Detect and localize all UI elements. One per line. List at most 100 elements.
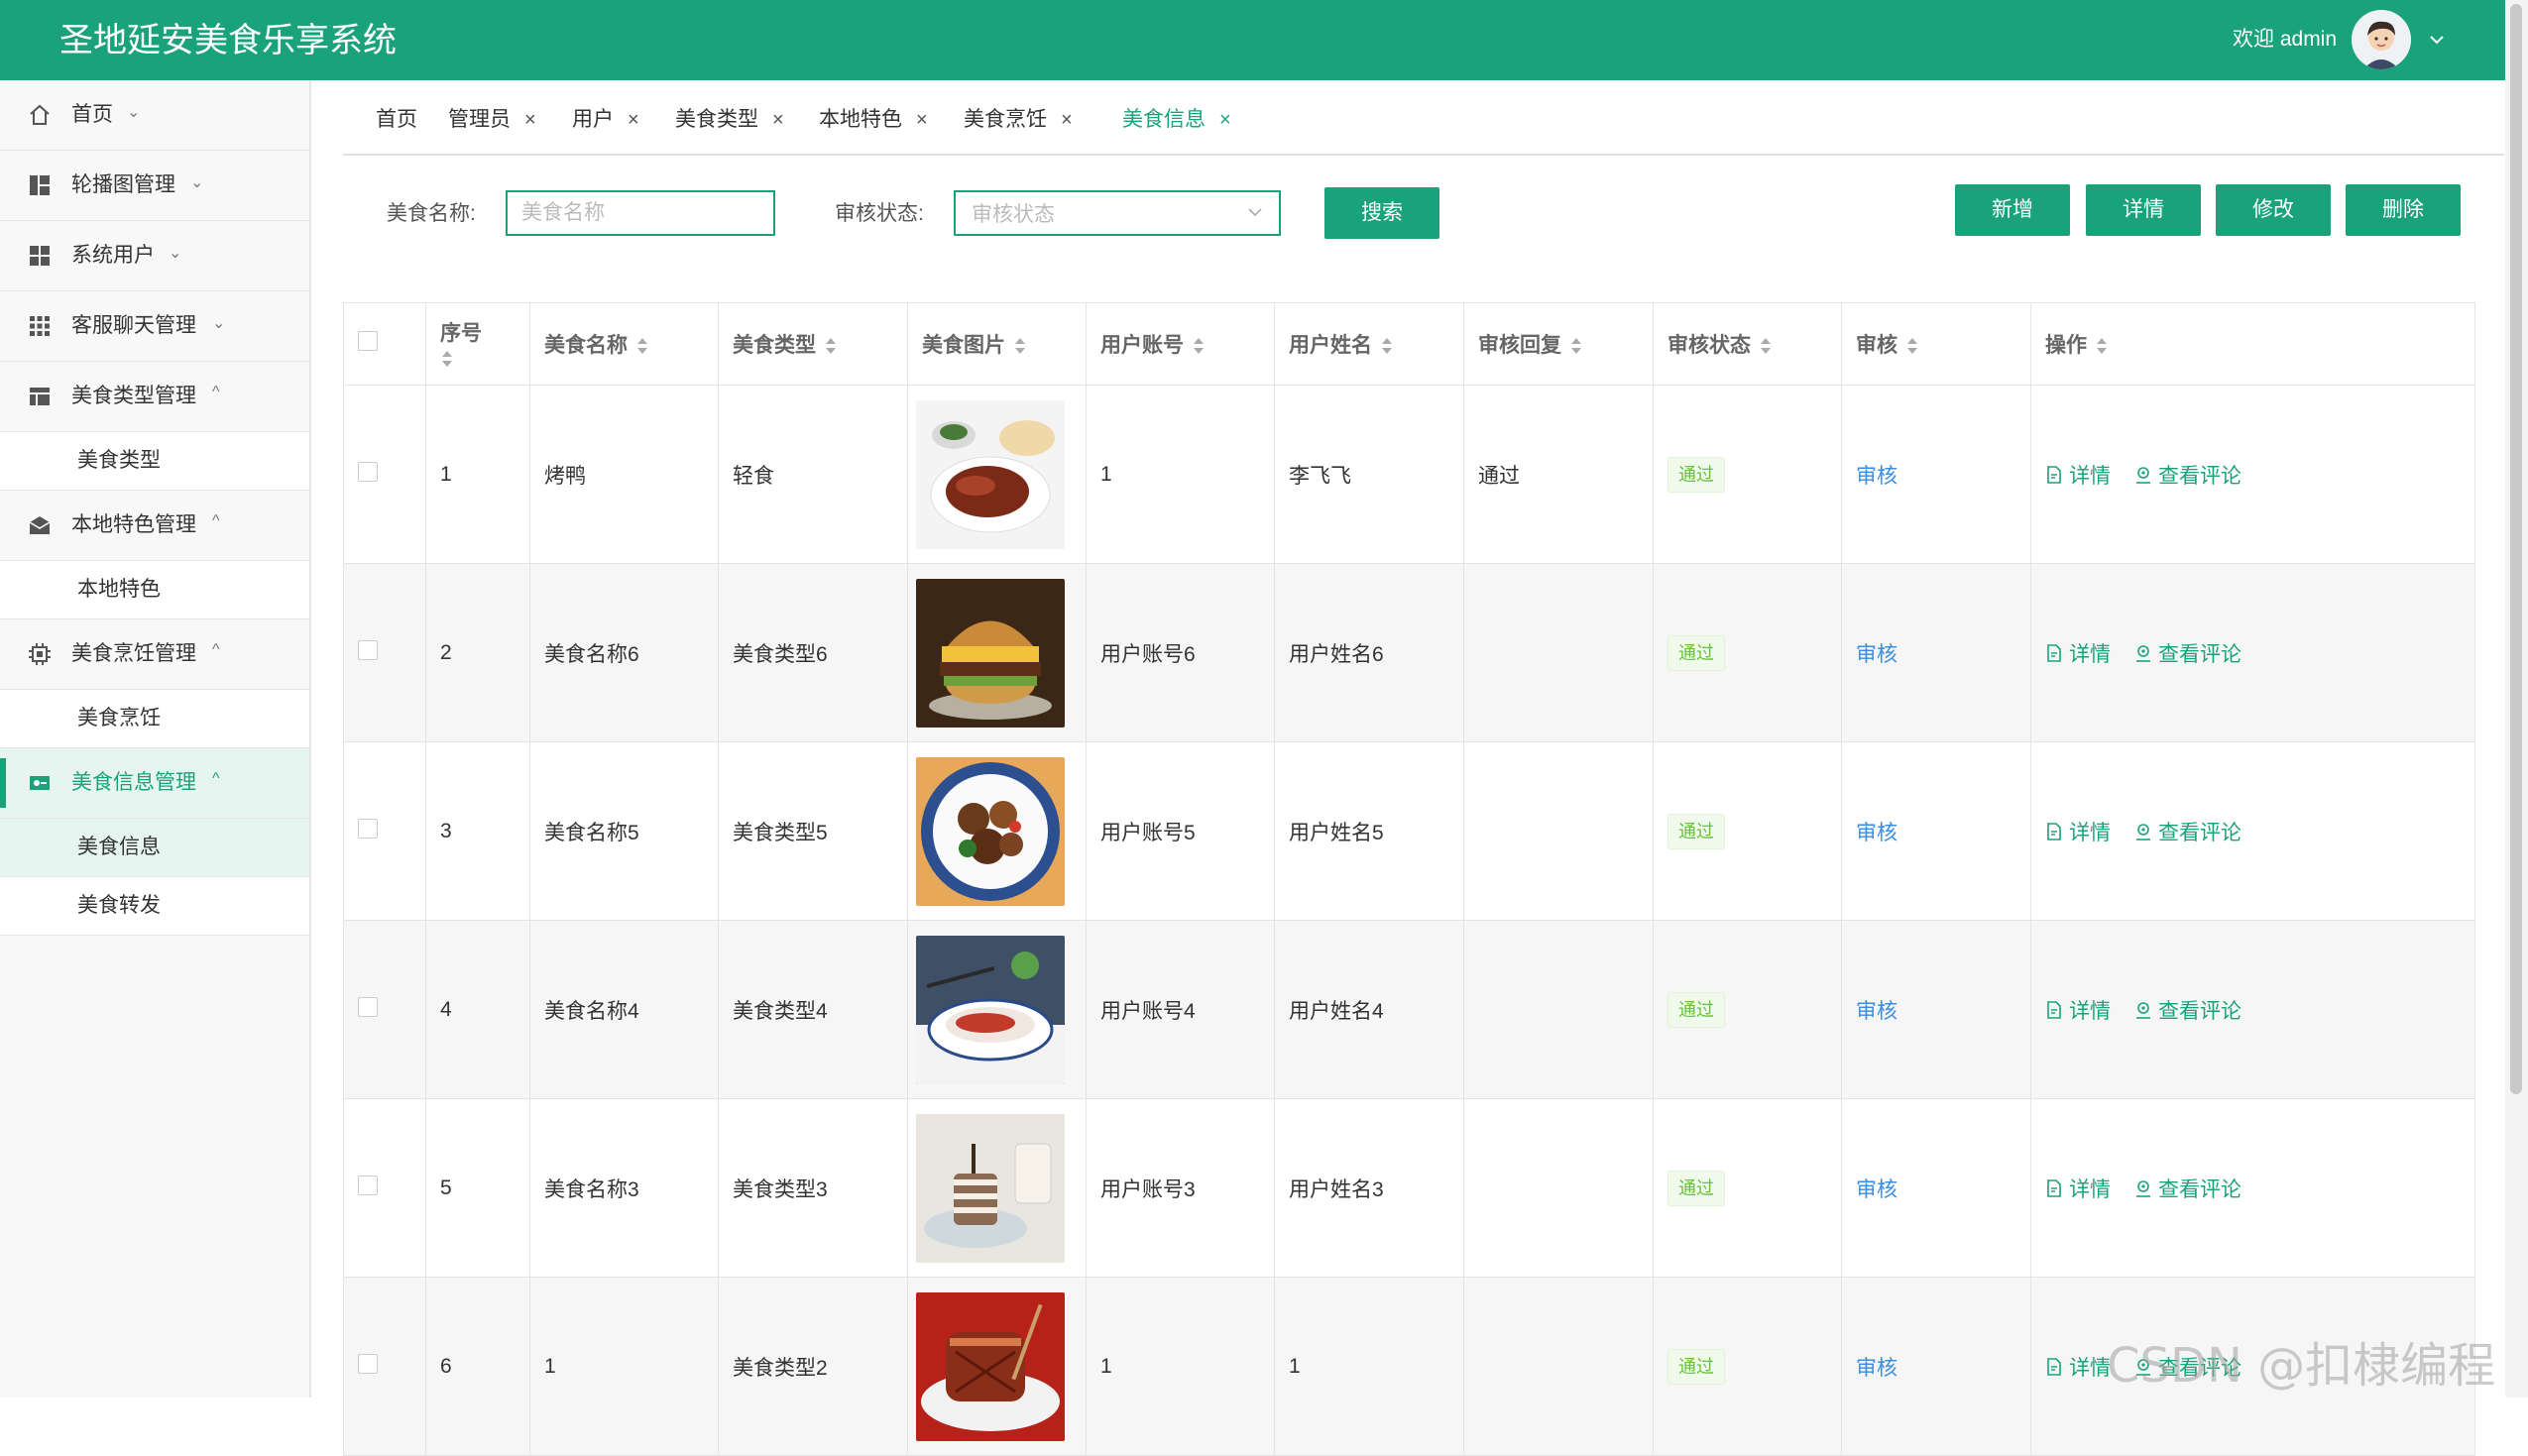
row-detail-link[interactable]: 详情	[2045, 817, 2111, 846]
close-icon[interactable]: ×	[772, 109, 784, 131]
search-button[interactable]: 搜索	[1324, 187, 1439, 239]
table-row: 1 烤鸭 轻食 1 李飞飞 通过 通过 审核 详情 查看评论	[343, 385, 2475, 564]
sort-icon[interactable]	[1759, 336, 1773, 356]
comment-icon	[2136, 823, 2150, 840]
tab-food-info[interactable]: 美食信息 ×	[1122, 106, 1231, 134]
sort-icon[interactable]	[1013, 336, 1027, 356]
audit-link[interactable]: 审核	[1856, 643, 1897, 666]
delete-button[interactable]: 删除	[2346, 184, 2461, 236]
sort-icon[interactable]	[1569, 336, 1583, 356]
column-header[interactable]: 用户账号	[1086, 302, 1275, 386]
sidebar-subitem-food-forward[interactable]: 美食转发	[0, 877, 309, 936]
audit-link[interactable]: 审核	[1856, 1357, 1897, 1380]
audit-status-select[interactable]: 审核状态	[954, 190, 1281, 236]
vertical-scrollbar[interactable]	[2505, 0, 2528, 1398]
row-checkbox[interactable]	[358, 1175, 378, 1195]
sidebar-item-food-type-mgmt[interactable]: 美食类型管理 ^	[0, 362, 309, 432]
cell-user-account: 1	[1086, 385, 1275, 564]
row-comments-link[interactable]: 查看评论	[2134, 460, 2241, 490]
detail-button[interactable]: 详情	[2086, 184, 2201, 236]
select-all-checkbox[interactable]	[358, 331, 378, 351]
sidebar-item-carousel[interactable]: 轮播图管理 ⌄	[0, 151, 309, 221]
close-icon[interactable]: ×	[1219, 109, 1231, 131]
tab-user[interactable]: 用户 ×	[572, 106, 639, 134]
column-header[interactable]: 用户姓名	[1274, 302, 1464, 386]
food-name-input[interactable]	[506, 190, 775, 236]
app-title: 圣地延安美食乐享系统	[59, 22, 397, 59]
column-header[interactable]: 审核状态	[1653, 302, 1842, 386]
column-header[interactable]: 审核	[1841, 302, 2031, 386]
cell-food-image	[907, 1277, 1087, 1456]
layout-icon	[30, 175, 50, 195]
sidebar-item-food-info-mgmt[interactable]: 美食信息管理 ^	[0, 748, 309, 819]
row-detail-link[interactable]: 详情	[2045, 995, 2111, 1025]
tab-cooking[interactable]: 美食烹饪 ×	[964, 106, 1073, 134]
sort-icon[interactable]	[1192, 336, 1206, 356]
row-select-cell[interactable]	[343, 1277, 426, 1456]
sidebar-item-chat[interactable]: 客服聊天管理 ⌄	[0, 291, 309, 362]
sort-icon[interactable]	[1380, 336, 1394, 356]
row-detail-link[interactable]: 详情	[2045, 460, 2111, 490]
column-header[interactable]: 美食图片	[907, 302, 1087, 386]
add-button[interactable]: 新增	[1955, 184, 2070, 236]
sort-icon[interactable]	[1905, 336, 1919, 356]
sort-icon[interactable]	[2095, 336, 2109, 356]
sidebar-subitem-food-info[interactable]: 美食信息	[0, 819, 309, 877]
sidebar-subitem-local[interactable]: 本地特色	[0, 561, 309, 619]
op-label: 详情	[2069, 1356, 2111, 1380]
sidebar-item-local-mgmt[interactable]: 本地特色管理 ^	[0, 491, 309, 561]
chevron-down-icon[interactable]	[2427, 30, 2447, 50]
cell-index: 1	[425, 385, 530, 564]
edit-button[interactable]: 修改	[2216, 184, 2331, 236]
column-header[interactable]: 审核回复	[1463, 302, 1654, 386]
row-detail-link[interactable]: 详情	[2045, 1174, 2111, 1203]
row-checkbox[interactable]	[358, 818, 378, 839]
tab-home[interactable]: 首页	[376, 106, 417, 134]
row-select-cell[interactable]	[343, 385, 426, 564]
tab-food-type[interactable]: 美食类型 ×	[675, 106, 784, 134]
row-select-cell[interactable]	[343, 920, 426, 1099]
row-detail-link[interactable]: 详情	[2045, 1352, 2111, 1382]
column-header[interactable]: 美食类型	[718, 302, 908, 386]
close-icon[interactable]: ×	[1061, 109, 1073, 131]
close-icon[interactable]: ×	[916, 109, 928, 131]
sidebar-subitem-food-type[interactable]: 美食类型	[0, 432, 309, 491]
document-icon	[2047, 1357, 2061, 1376]
sort-icon[interactable]	[440, 349, 454, 369]
avatar[interactable]	[2352, 10, 2411, 69]
row-comments-link[interactable]: 查看评论	[2134, 1174, 2241, 1203]
sidebar-subitem-cooking[interactable]: 美食烹饪	[0, 690, 309, 748]
row-comments-link[interactable]: 查看评论	[2134, 638, 2241, 668]
column-header[interactable]: 美食名称	[529, 302, 719, 386]
column-header[interactable]: 序号	[425, 302, 530, 386]
row-comments-link[interactable]: 查看评论	[2134, 995, 2241, 1025]
row-checkbox[interactable]	[358, 996, 378, 1017]
row-select-cell[interactable]	[343, 1098, 426, 1278]
sort-icon[interactable]	[635, 336, 649, 356]
row-checkbox[interactable]	[358, 461, 378, 482]
close-icon[interactable]: ×	[524, 109, 536, 131]
row-detail-link[interactable]: 详情	[2045, 638, 2111, 668]
tab-admin[interactable]: 管理员 ×	[448, 106, 536, 134]
column-header[interactable]: 操作	[2030, 302, 2475, 386]
close-icon[interactable]: ×	[628, 109, 639, 131]
cell-food-name: 美食名称3	[529, 1098, 719, 1278]
row-comments-link[interactable]: 查看评论	[2134, 817, 2241, 846]
audit-link[interactable]: 审核	[1856, 822, 1897, 844]
row-select-cell[interactable]	[343, 741, 426, 921]
document-icon	[2047, 465, 2061, 484]
audit-link[interactable]: 审核	[1856, 1178, 1897, 1201]
sidebar-item-home[interactable]: 首页 ⌄	[0, 80, 309, 151]
row-select-cell[interactable]	[343, 563, 426, 742]
sidebar-item-system-users[interactable]: 系统用户 ⌄	[0, 221, 309, 291]
select-all-cell[interactable]	[343, 302, 426, 386]
sidebar-item-cooking-mgmt[interactable]: 美食烹饪管理 ^	[0, 619, 309, 690]
comment-icon	[2136, 1001, 2150, 1019]
row-checkbox[interactable]	[358, 1353, 378, 1374]
audit-link[interactable]: 审核	[1856, 465, 1897, 488]
sort-icon[interactable]	[824, 336, 838, 356]
tab-local[interactable]: 本地特色 ×	[819, 106, 928, 134]
row-checkbox[interactable]	[358, 639, 378, 660]
audit-link[interactable]: 审核	[1856, 1000, 1897, 1023]
mail-icon	[29, 516, 51, 534]
